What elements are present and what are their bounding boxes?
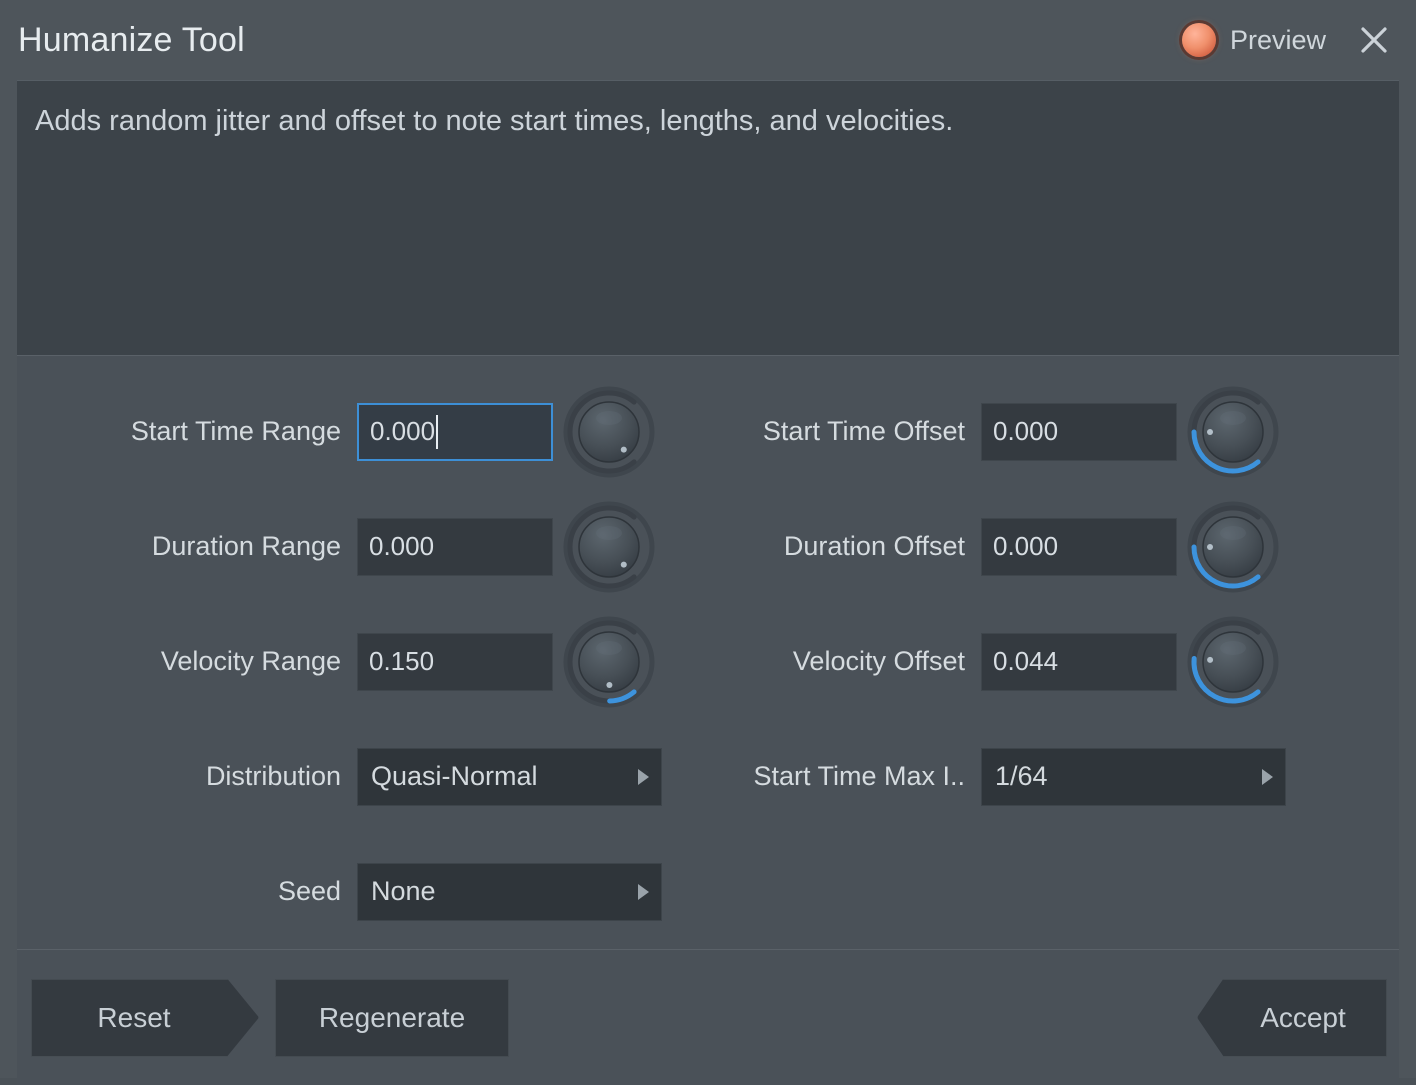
value-duration-offset: 0.000 [993,531,1059,561]
input-duration-offset[interactable]: 0.000 [981,517,1177,576]
knob-velocity-range[interactable] [553,616,665,708]
close-icon[interactable] [1352,18,1396,62]
knob-start-time-range[interactable] [553,386,665,478]
input-velocity-range[interactable]: 0.150 [357,632,553,691]
select-start-time-max[interactable]: 1/64 [981,747,1286,806]
preview-label: Preview [1229,24,1326,55]
input-start-time-range[interactable]: 0.000 [357,402,553,461]
knob-duration-offset[interactable] [1177,501,1289,593]
control-row-spacer [677,834,1399,949]
label-start-time-max: Start Time Max I.. [753,761,965,791]
knob-dial-icon [563,616,655,708]
label-start-time-range: Start Time Range [130,416,341,446]
controls-area: Start Time Range 0.000 Start Time Offset… [17,355,1399,949]
title-bar: Humanize Tool Preview [0,0,1416,80]
title-bar-actions: Preview [1181,18,1396,62]
value-velocity-range: 0.150 [369,646,435,676]
control-row-start-time-max: Start Time Max I.. 1/64 [677,719,1399,834]
control-row-duration-offset: Duration Offset 0.000 [677,489,1399,604]
label-velocity-range: Velocity Range [160,646,341,676]
preview-toggle[interactable]: Preview [1181,23,1326,57]
knob-dial-icon [1187,616,1279,708]
description-text: Adds random jitter and offset to note st… [35,105,954,137]
regenerate-button[interactable]: Regenerate [275,978,509,1057]
control-row-start-time-offset: Start Time Offset 0.000 [677,374,1399,489]
select-distribution[interactable]: Quasi-Normal [357,747,662,806]
knob-duration-range[interactable] [553,501,665,593]
knob-dial-icon [1187,501,1279,593]
value-velocity-offset: 0.044 [993,646,1059,676]
control-row-seed: Seed None [17,834,677,949]
value-start-time-range: 0.000 [370,416,436,446]
label-velocity-offset: Velocity Offset [792,646,965,676]
text-caret [436,414,439,449]
reset-button[interactable]: Reset [31,978,259,1057]
label-duration-range: Duration Range [151,531,341,561]
description-panel: Adds random jitter and offset to note st… [17,80,1399,355]
preview-led-icon [1181,23,1216,57]
input-duration-range[interactable]: 0.000 [357,517,553,576]
knob-velocity-offset[interactable] [1177,616,1289,708]
knob-start-time-offset[interactable] [1177,386,1289,478]
value-duration-range: 0.000 [369,531,435,561]
value-start-time-offset: 0.000 [993,416,1059,446]
value-distribution: Quasi-Normal [371,761,538,791]
humanize-tool-dialog: Humanize Tool Preview Adds random jitter… [0,0,1416,1085]
control-row-duration-range: Duration Range 0.000 [17,489,677,604]
value-start-time-max: 1/64 [995,761,1048,791]
footer-bar: Reset Regenerate Accept [17,949,1399,1085]
knob-dial-icon [563,386,655,478]
control-row-velocity-range: Velocity Range 0.150 [17,604,677,719]
chevron-right-icon [638,768,649,785]
chevron-right-icon [1262,768,1273,785]
label-distribution: Distribution [205,761,341,791]
accept-button[interactable]: Accept [1197,978,1387,1057]
input-start-time-offset[interactable]: 0.000 [981,402,1177,461]
page-title: Humanize Tool [18,21,245,59]
controls-grid: Start Time Range 0.000 Start Time Offset… [17,374,1399,949]
knob-dial-icon [563,501,655,593]
control-row-velocity-offset: Velocity Offset 0.044 [677,604,1399,719]
select-seed[interactable]: None [357,862,662,921]
label-start-time-offset: Start Time Offset [762,416,965,446]
control-row-start-time-range: Start Time Range 0.000 [17,374,677,489]
label-duration-offset: Duration Offset [783,531,965,561]
label-seed: Seed [277,876,341,906]
value-seed: None [371,876,436,906]
input-velocity-offset[interactable]: 0.044 [981,632,1177,691]
chevron-right-icon [638,883,649,900]
knob-dial-icon [1187,386,1279,478]
control-row-distribution: Distribution Quasi-Normal [17,719,677,834]
